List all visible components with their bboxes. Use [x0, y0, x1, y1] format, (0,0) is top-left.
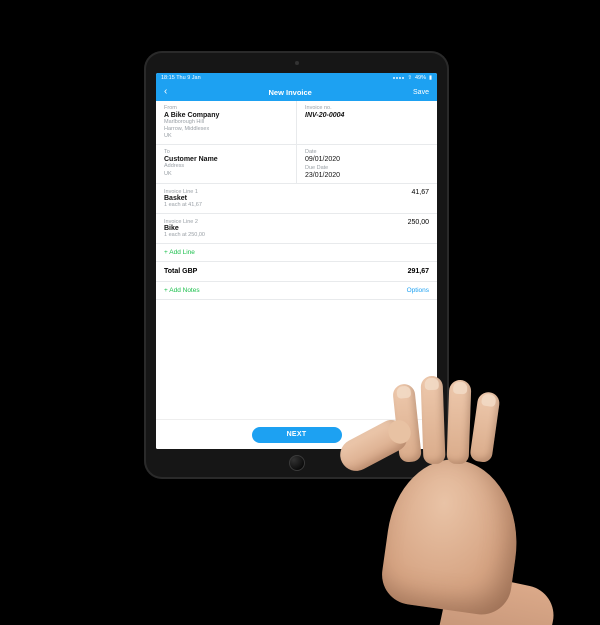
battery-percent: 49% — [415, 75, 426, 81]
due-date-value: 23/01/2020 — [305, 172, 429, 179]
status-time: 18:15 Thu 9 Jan — [161, 75, 201, 81]
from-label: From — [164, 105, 288, 111]
wifi-icon: ⇧ — [407, 75, 412, 81]
to-addr1: Address — [164, 163, 288, 170]
save-button[interactable]: Save — [413, 89, 429, 96]
date-value: 09/01/2020 — [305, 156, 429, 163]
back-button[interactable]: ‹ — [164, 87, 167, 97]
from-addr1: Marlborough Hill — [164, 119, 288, 126]
cellular-icon — [393, 77, 404, 79]
total-row: Total GBP 291,67 — [156, 262, 437, 282]
page-title: New Invoice — [269, 88, 312, 97]
nav-bar: ‹ New Invoice Save — [156, 83, 437, 101]
total-value: 291,67 — [408, 268, 429, 275]
add-line-button[interactable]: Add Line — [156, 244, 437, 262]
invoice-no-label: Invoice no. — [305, 105, 429, 111]
bottom-bar: NEXT — [156, 419, 437, 449]
from-addr3: UK — [164, 133, 288, 140]
tablet-frame: 18:15 Thu 9 Jan ⇧ 49% ▮ ‹ New Invoice Sa… — [144, 51, 449, 479]
from-addr2: Harrow, Middlesex — [164, 126, 288, 133]
home-button[interactable] — [289, 455, 305, 471]
to-cell[interactable]: To Customer Name Address UK — [156, 145, 296, 183]
invoice-line-2[interactable]: Invoice Line 2 Bike 1 each at 250,00 250… — [156, 214, 437, 244]
to-addr2: UK — [164, 171, 288, 178]
line-amount: 41,67 — [411, 189, 429, 196]
to-label: To — [164, 149, 288, 155]
ios-status-bar: 18:15 Thu 9 Jan ⇧ 49% ▮ — [156, 73, 437, 83]
from-company: A Bike Company — [164, 112, 288, 119]
line-detail: 1 each at 250,00 — [164, 232, 205, 238]
line-name: Basket — [164, 195, 202, 202]
next-button[interactable]: NEXT — [252, 427, 342, 443]
device-camera — [295, 61, 299, 65]
invoice-no-cell[interactable]: Invoice no. INV-20-0004 — [296, 101, 437, 144]
battery-icon: ▮ — [429, 75, 432, 81]
line-amount: 250,00 — [408, 219, 429, 226]
dates-cell[interactable]: Date 09/01/2020 Due Date 23/01/2020 — [296, 145, 437, 183]
date-label: Date — [305, 149, 429, 155]
to-name: Customer Name — [164, 156, 288, 163]
add-notes-button[interactable]: + Add Notes — [164, 287, 200, 294]
options-button[interactable]: Options — [407, 287, 429, 294]
line-name: Bike — [164, 225, 205, 232]
screen: 18:15 Thu 9 Jan ⇧ 49% ▮ ‹ New Invoice Sa… — [156, 73, 437, 449]
line-detail: 1 each at 41,67 — [164, 202, 202, 208]
from-cell[interactable]: From A Bike Company Marlborough Hill Har… — [156, 101, 296, 144]
invoice-line-1[interactable]: Invoice Line 1 Basket 1 each at 41,67 41… — [156, 184, 437, 214]
invoice-form: From A Bike Company Marlborough Hill Har… — [156, 101, 437, 449]
due-date-label: Due Date — [305, 165, 429, 171]
total-label: Total GBP — [164, 268, 197, 275]
invoice-no-value: INV-20-0004 — [305, 112, 429, 119]
